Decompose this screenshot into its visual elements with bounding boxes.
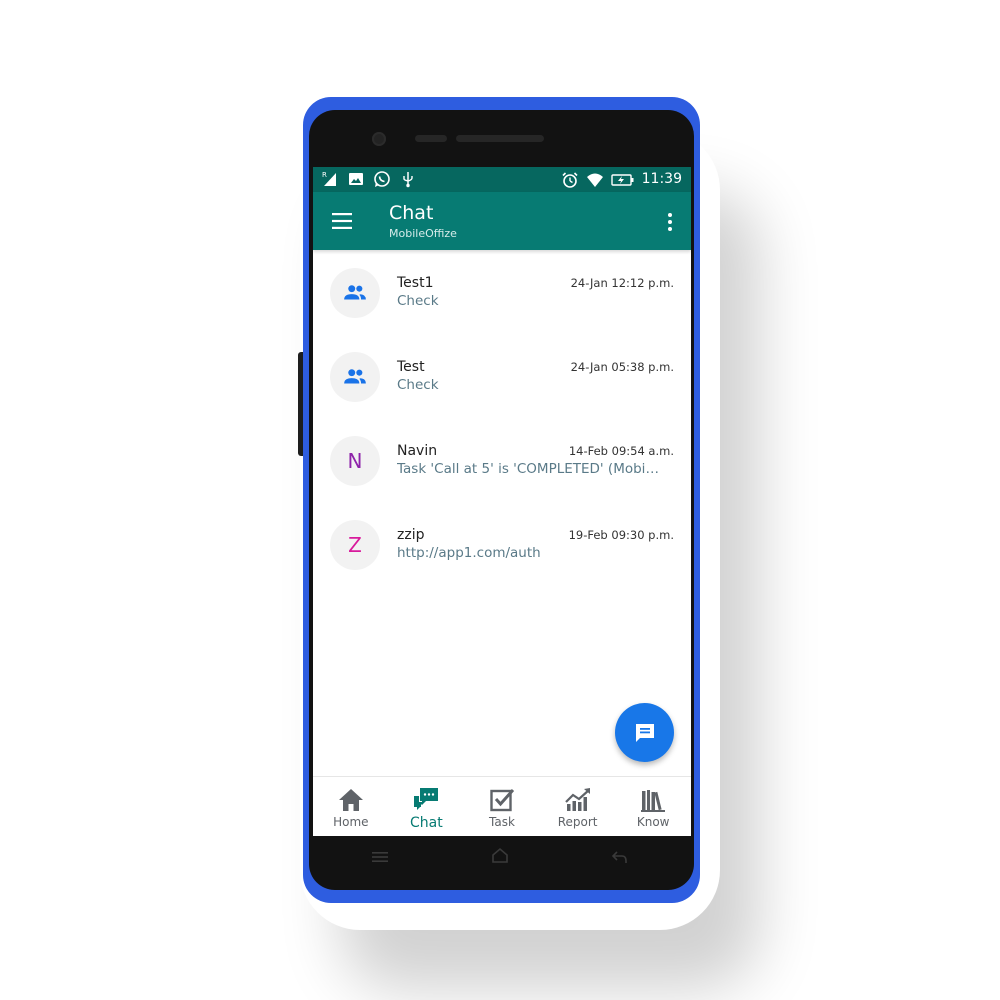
bottom-navigation: Home Chat Task Report Know (313, 776, 691, 836)
alarm-icon (562, 171, 578, 188)
chat-list-item[interactable]: N Navin 14-Feb 09:54 a.m. Task 'Call at … (313, 418, 691, 502)
page-title: Chat (389, 202, 434, 224)
nav-item-chat[interactable]: Chat (389, 777, 465, 836)
chat-last-message: Check (397, 377, 439, 393)
chat-name: zzip (397, 527, 425, 543)
chat-timestamp: 24-Jan 12:12 p.m. (570, 276, 674, 290)
page-subtitle: MobileOffize (389, 227, 457, 240)
new-message-icon (635, 723, 654, 742)
whatsapp-icon (374, 171, 390, 187)
chat-timestamp: 19-Feb 09:30 p.m. (568, 528, 674, 542)
nav-label: Task (489, 815, 515, 829)
proximity-sensor (415, 135, 447, 142)
earpiece-speaker (456, 135, 544, 142)
group-icon (344, 369, 366, 384)
image-icon (349, 173, 363, 185)
front-camera (372, 132, 386, 146)
nav-label: Know (636, 815, 670, 829)
nav-item-report[interactable]: Report (540, 777, 616, 836)
back-key-icon[interactable] (611, 849, 629, 865)
battery-charging-icon (610, 173, 634, 186)
chat-name: Test1 (397, 275, 434, 291)
task-check-icon (490, 789, 515, 812)
group-icon (344, 285, 366, 300)
menu-icon[interactable] (331, 211, 353, 231)
chat-timestamp: 24-Jan 05:38 p.m. (570, 360, 674, 374)
wifi-icon (586, 173, 603, 187)
chat-list-item[interactable]: Test1 24-Jan 12:12 p.m. Check (313, 250, 691, 334)
chat-name: Test (397, 359, 425, 375)
nav-label: Report (557, 815, 598, 829)
nav-item-know[interactable]: Know (615, 777, 691, 836)
chat-name: Navin (397, 443, 438, 459)
status-time: 11:39 (641, 171, 682, 187)
home-key-icon[interactable] (491, 847, 509, 863)
chat-last-message: http://app1.com/auth (397, 545, 541, 561)
books-icon (641, 790, 666, 812)
report-chart-icon (564, 788, 590, 811)
more-vert-icon[interactable] (666, 211, 674, 233)
nav-item-home[interactable]: Home (313, 777, 389, 836)
avatar: Z (330, 520, 380, 570)
avatar: N (330, 436, 380, 486)
signal-roaming-icon: R (322, 171, 336, 186)
nav-label: Home (333, 815, 369, 829)
chat-list: Test1 24-Jan 12:12 p.m. Check Test 24-Ja… (313, 250, 691, 586)
chat-list-item[interactable]: Test 24-Jan 05:38 p.m. Check (313, 334, 691, 418)
chat-icon (414, 788, 439, 810)
usb-icon (403, 172, 413, 188)
phone-screen: R 11:39 Chat MobileOffize Test1 24-Jan 1… (313, 167, 691, 836)
home-icon (338, 789, 363, 811)
menu-key-icon[interactable] (371, 849, 389, 865)
chat-list-item[interactable]: Z zzip 19-Feb 09:30 p.m. http://app1.com… (313, 502, 691, 586)
avatar (330, 268, 380, 318)
chat-last-message: Task 'Call at 5' is 'COMPLETED' (MobileO… (397, 461, 659, 477)
status-bar: R 11:39 (313, 167, 691, 192)
nav-item-task[interactable]: Task (464, 777, 540, 836)
avatar-letter: Z (348, 533, 362, 557)
chat-last-message: Check (397, 293, 439, 309)
chat-timestamp: 14-Feb 09:54 a.m. (568, 444, 674, 458)
svg-text:R: R (322, 171, 327, 179)
app-bar: Chat MobileOffize (313, 192, 691, 250)
nav-label: Chat (410, 815, 443, 831)
new-message-button[interactable] (615, 703, 674, 762)
avatar (330, 352, 380, 402)
avatar-letter: N (347, 449, 363, 473)
